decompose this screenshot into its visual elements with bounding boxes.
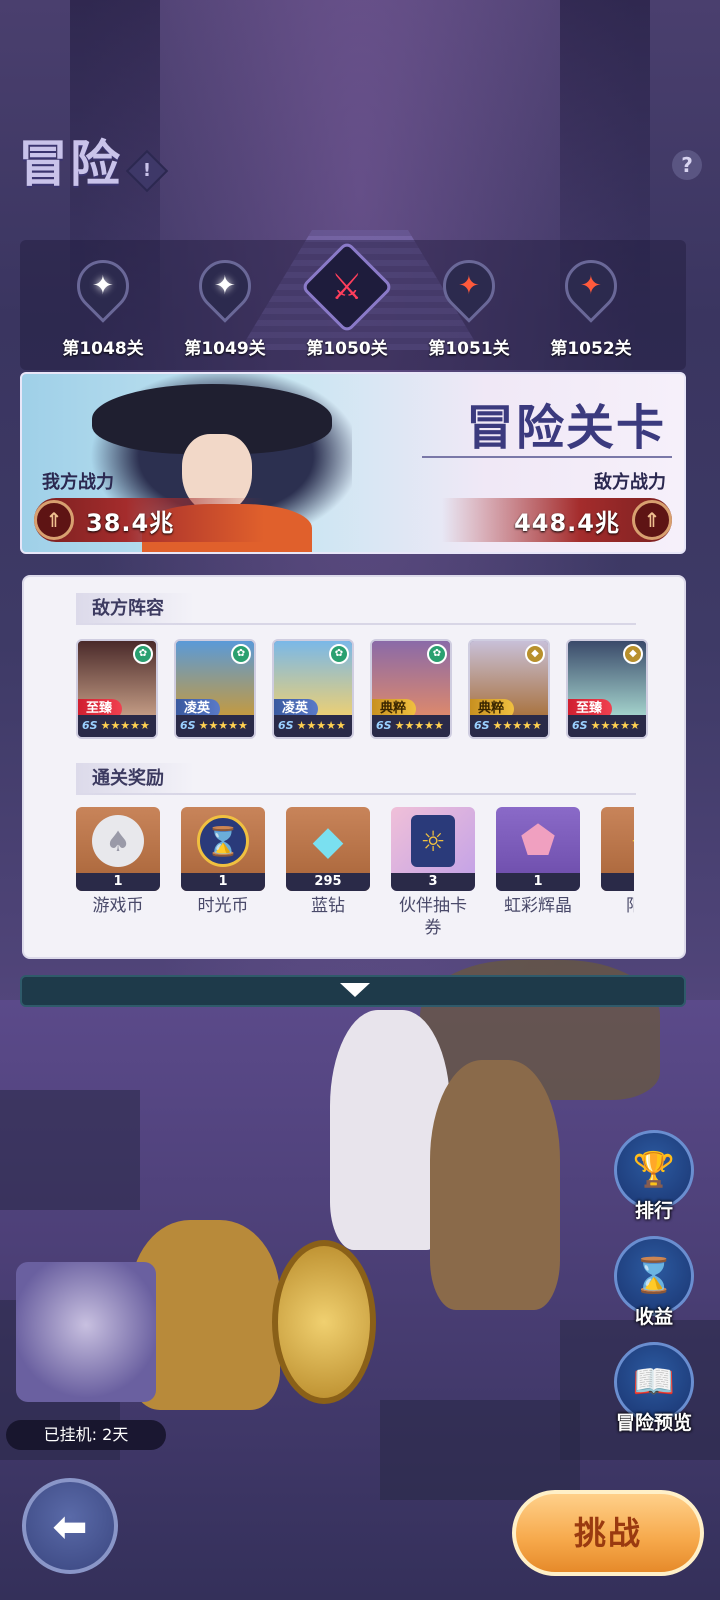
enemy-power-value: 448.4兆 [514, 508, 620, 537]
reward-count: 295 [286, 873, 370, 891]
star-rating: 6S ★★★★★ [372, 715, 450, 737]
level-node[interactable]: ✦ 第1052关 [536, 249, 646, 359]
reward-count: 1 [181, 873, 265, 891]
star-rating: 6S ★★★★★ [274, 715, 352, 737]
star-rating: 6S ★★★★★ [568, 715, 646, 737]
reward-item[interactable]: ⌛ 1 时光币 [181, 807, 265, 917]
enemy-hero-card[interactable]: ✿ 典粹 6S ★★★★★ [370, 639, 452, 739]
back-button[interactable]: ⬅ [22, 1478, 118, 1574]
level-label: 第1052关 [550, 339, 632, 359]
element-icon: ◆ [525, 644, 545, 664]
earnings-label: 收益 [634, 1306, 673, 1328]
reward-item[interactable]: ⬟ 1 虹彩辉晶 [496, 807, 580, 917]
game-coin-icon: ♠ [92, 815, 144, 867]
enemy-power-bar: 448.4兆 ⇑ [442, 498, 672, 542]
element-icon: ◆ [623, 644, 643, 664]
reward-name: 时光币 [197, 896, 249, 916]
enemy-hero-card[interactable]: ◆ 至臻 6S ★★★★★ [566, 639, 648, 739]
level-label: 第1048关 [62, 339, 144, 359]
reward-list: ♠ 1 游戏币 ⌛ 1 时光币 ◆ 295 蓝钻 ☼ 3 伙伴抽卡券 ⬟ 1 虹… [76, 807, 634, 947]
level-node-current[interactable]: ⚔ 第1050关 [292, 240, 402, 359]
idle-pet-avatar[interactable] [16, 1262, 156, 1402]
challenge-button[interactable]: 挑战 [512, 1490, 704, 1576]
enemy-hero-card[interactable]: ✿ 凌英 6S ★★★★★ [272, 639, 354, 739]
time-coin-icon: ⌛ [197, 815, 249, 867]
reward-name: 伙伴抽卡券 [399, 896, 467, 938]
reward-item[interactable]: ♠ 1 游戏币 [76, 807, 160, 917]
reward-count: 1 [76, 873, 160, 891]
enemy-lineup: ✿ 至臻 6S ★★★★★ ✿ 凌英 6S ★★★★★ ✿ 凌英 6S ★★★★★ ✿… [76, 639, 676, 739]
reward-count: 1 [601, 873, 634, 891]
level-label: 第1049关 [184, 339, 266, 359]
idle-duration: 已挂机: 2天 [6, 1420, 166, 1450]
ranking-label: 排行 [634, 1200, 673, 1222]
chevron-down-icon [340, 983, 370, 997]
adventure-preview-button[interactable]: 📖 冒险预览 [612, 1342, 696, 1435]
page-title: 冒险 [18, 134, 122, 193]
star-rating: 6S ★★★★★ [176, 715, 254, 737]
enemy-hero-card[interactable]: ✿ 凌英 6S ★★★★★ [174, 639, 256, 739]
crossed-swords-icon: ⚔ [300, 240, 394, 334]
reward-title: 通关奖励 [76, 763, 194, 795]
reward-name: 虹彩辉晶 [504, 896, 572, 916]
element-icon: ✿ [231, 644, 251, 664]
element-icon: ✿ [133, 644, 153, 664]
enemy-hero-card[interactable]: ✿ 至臻 6S ★★★★★ [76, 639, 158, 739]
level-node[interactable]: ✦ 第1048关 [48, 249, 158, 359]
level-node[interactable]: ✦ 第1051关 [414, 249, 524, 359]
element-icon: ✿ [329, 644, 349, 664]
locked-level-icon: ✦ [432, 249, 506, 323]
reward-count: 3 [391, 873, 475, 891]
preview-label: 冒险预览 [615, 1412, 692, 1434]
stage-banner: 冒险关卡 我方战力 敌方战力 ⇑ 38.4兆 448.4兆 ⇑ [20, 372, 686, 554]
reward-count: 1 [496, 873, 580, 891]
banner-title: 冒险关卡 [465, 400, 666, 456]
reward-name: 蓝钻 [311, 896, 345, 916]
sunlight-icon: ☀ [617, 815, 634, 867]
blue-diamond-icon: ◆ [312, 818, 344, 864]
locked-level-icon: ✦ [554, 249, 628, 323]
enemy-lineup-title: 敌方阵容 [76, 593, 194, 625]
collapse-panel-button[interactable] [20, 975, 686, 1007]
level-label: 第1051关 [428, 339, 510, 359]
section-header: 通关奖励 [76, 763, 636, 795]
star-rating: 6S ★★★★★ [470, 715, 548, 737]
my-power-value: 38.4兆 [86, 508, 175, 537]
gacha-ticket-icon: ☼ [411, 815, 455, 867]
earnings-button[interactable]: ⌛ 收益 [612, 1236, 696, 1329]
level-node[interactable]: ✦ 第1049关 [170, 249, 280, 359]
level-strip: ✦ 第1048关 ✦ 第1049关 ⚔ 第1050关 ✦ 第1051关 ✦ 第1… [20, 240, 686, 370]
reward-item[interactable]: ◆ 295 蓝钻 [286, 807, 370, 917]
golden-shield [272, 1240, 376, 1404]
reward-name: 阳光 [601, 895, 634, 917]
enemy-hero-card[interactable]: ◆ 典粹 6S ★★★★★ [468, 639, 550, 739]
section-header: 敌方阵容 [76, 593, 636, 625]
star-rating: 6S ★★★★★ [78, 715, 156, 737]
power-icon: ⇑ [34, 500, 74, 540]
cleared-level-icon: ✦ [66, 249, 140, 323]
cleared-level-icon: ✦ [188, 249, 262, 323]
level-label: 第1050关 [306, 339, 388, 359]
reward-item[interactable]: ☼ 3 伙伴抽卡券 [391, 807, 475, 939]
reward-item[interactable]: ☀ 1 阳光 [601, 807, 634, 917]
help-icon[interactable]: ? [672, 150, 702, 180]
ranking-button[interactable]: 🏆 排行 [612, 1130, 696, 1223]
rainbow-crystal-icon: ⬟ [520, 818, 556, 864]
power-icon: ⇑ [632, 500, 672, 540]
reward-name: 游戏币 [92, 896, 144, 916]
divider [422, 456, 672, 458]
stage-info-panel: 敌方阵容 ✿ 至臻 6S ★★★★★ ✿ 凌英 6S ★★★★★ ✿ 凌英 6S ★★… [22, 575, 686, 959]
ally-character [430, 1060, 560, 1310]
my-power-label: 我方战力 [42, 472, 114, 493]
arrow-left-icon: ⬅ [52, 1501, 88, 1551]
enemy-power-label: 敌方战力 [594, 472, 666, 493]
element-icon: ✿ [427, 644, 447, 664]
my-power-bar: ⇑ 38.4兆 [34, 498, 264, 542]
